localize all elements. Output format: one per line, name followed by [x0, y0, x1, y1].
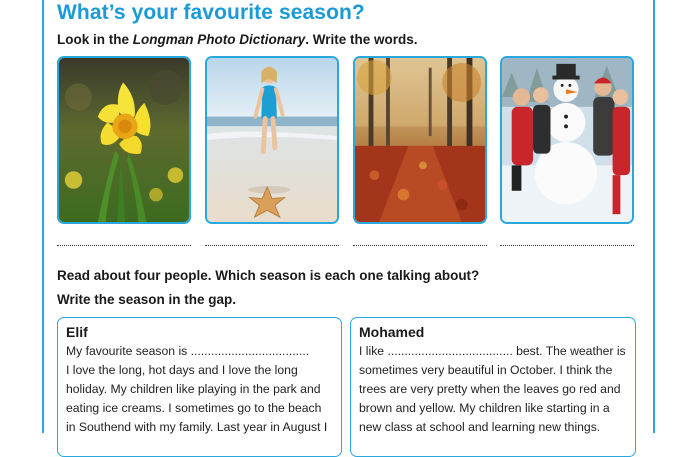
text-card-elif: Elif My favourite season is ............… [57, 317, 342, 457]
card-line: new class at school and learning new thi… [359, 420, 601, 434]
photo-daffodil [57, 56, 191, 224]
instruction-write: Write the season in the gap. [57, 292, 237, 307]
photo-girl-beach [205, 56, 339, 224]
card-line: trees are very pretty when the leaves go… [359, 382, 621, 396]
page-frame-left [42, 0, 44, 433]
card-line: eating ice creams. I sometimes go to the… [66, 401, 322, 415]
card-line: sometimes very beautiful in October. I t… [359, 363, 613, 377]
card-name: Elif [66, 324, 88, 340]
page-title: What’s your favourite season? [57, 1, 365, 24]
card-line: brown and yellow. My children like start… [359, 401, 610, 415]
answer-gap-4[interactable] [500, 245, 634, 246]
answer-gap-2[interactable] [205, 245, 339, 246]
photo-autumn-path [353, 56, 487, 224]
card-name: Mohamed [359, 324, 425, 340]
card-line: My favourite season is .................… [66, 344, 310, 358]
card-line: I like .................................… [359, 344, 626, 358]
page-frame-right [653, 0, 655, 433]
answer-gap-1[interactable] [57, 245, 191, 246]
instruction-read: Read about four people. Which season is … [57, 268, 480, 283]
answer-gap-3[interactable] [353, 245, 487, 246]
photo-snowman-family [500, 56, 634, 224]
book-title: Longman Photo Dictionary [132, 32, 306, 47]
text-card-mohamed: Mohamed I like .........................… [350, 317, 636, 457]
card-line: in Southend with my family. Last year in… [66, 420, 328, 434]
card-line: holiday. My children like playing in the… [66, 382, 321, 396]
card-line: I love the long, hot days and I love the… [66, 363, 298, 377]
instruction-dictionary: Look in the Longman Photo Dictionary. Wr… [57, 32, 418, 47]
